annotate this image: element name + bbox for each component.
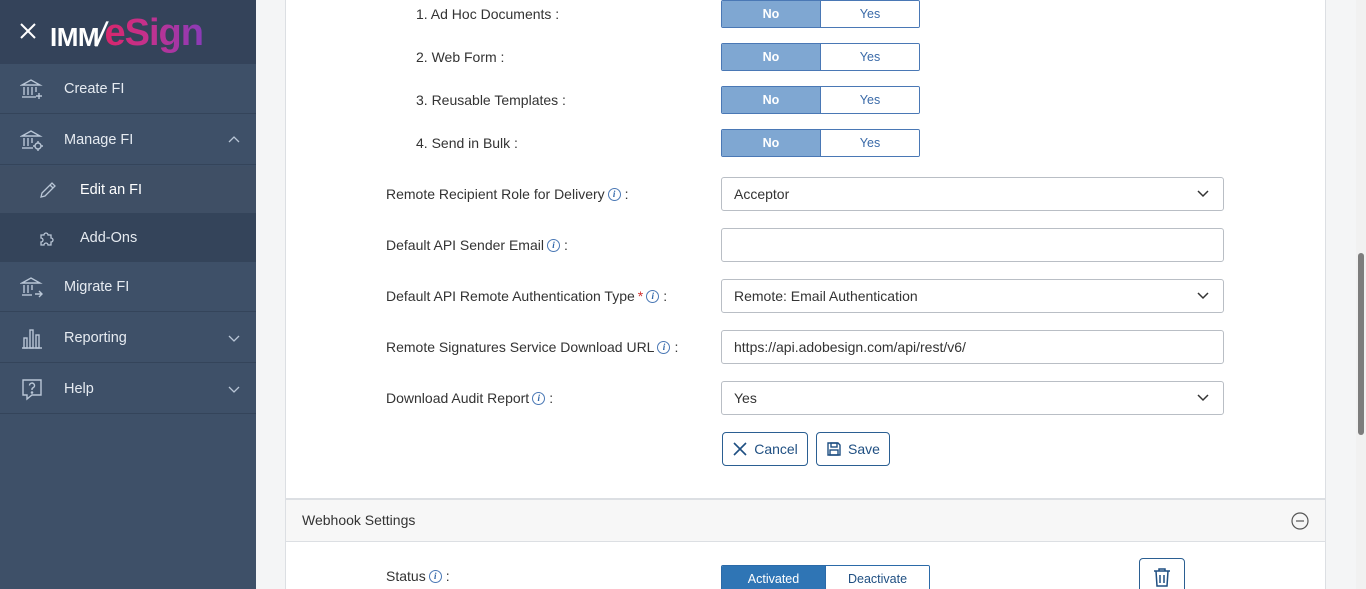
info-icon[interactable]: i xyxy=(646,289,660,303)
chevron-up-icon xyxy=(228,136,240,143)
sidebar-item-manage-fi[interactable]: Manage FI xyxy=(0,115,256,165)
sidebar-item-label: Create FI xyxy=(64,80,125,97)
feature-label-reusable-templates: 3. Reusable Templates : xyxy=(416,92,566,108)
download-url-value: https://api.adobesign.com/api/rest/v6/ xyxy=(734,339,966,355)
sidebar-item-label: Manage FI xyxy=(64,131,134,148)
puzzle-icon xyxy=(40,232,54,246)
brand-bar: IMM / eSign xyxy=(0,0,256,64)
logo-imm: IMM xyxy=(50,22,100,52)
trash-icon xyxy=(1154,568,1170,587)
sidebar-item-create-fi[interactable]: Create FI xyxy=(0,64,256,114)
toggle-yes-option[interactable]: Yes xyxy=(820,87,919,113)
logo-esign: eSign xyxy=(104,12,204,54)
sidebar-item-add-ons[interactable]: Add-Ons xyxy=(0,214,256,262)
label-colon: : xyxy=(549,390,554,406)
info-icon[interactable]: i xyxy=(657,340,671,354)
cancel-button[interactable]: Cancel xyxy=(722,432,808,466)
deactivate-option[interactable]: Deactivate xyxy=(825,566,929,589)
auth-type-value: Remote: Email Authentication xyxy=(734,288,918,304)
status-label-text: Status xyxy=(386,568,426,584)
auth-type-select[interactable]: Remote: Email Authentication xyxy=(721,279,1224,313)
sidebar-item-label: Reporting xyxy=(64,329,127,346)
bank-arrow-icon xyxy=(20,277,43,298)
chevron-down-icon xyxy=(1197,292,1209,300)
sidebar-item-help[interactable]: Help xyxy=(0,364,256,414)
download-url-label: Remote Signatures Service Download URL i… xyxy=(386,339,678,355)
question-bubble-icon xyxy=(22,379,42,401)
delete-webhook-button[interactable] xyxy=(1139,558,1185,589)
toggle-no-option[interactable]: No xyxy=(722,130,820,156)
sidebar-item-reporting[interactable]: Reporting xyxy=(0,313,256,363)
webhook-settings-header[interactable]: Webhook Settings xyxy=(285,499,1326,542)
bank-plus-icon xyxy=(20,79,43,99)
activated-option[interactable]: Activated xyxy=(722,566,825,589)
webhook-settings-title: Webhook Settings xyxy=(302,512,416,528)
info-icon[interactable]: i xyxy=(546,238,560,252)
save-label: Save xyxy=(848,441,880,457)
required-asterisk: * xyxy=(637,288,644,304)
sidebar-item-edit-fi[interactable]: Edit an FI xyxy=(0,166,256,214)
audit-report-select[interactable]: Yes xyxy=(721,381,1224,415)
auth-type-label: Default API Remote Authentication Type *… xyxy=(386,288,667,304)
bar-chart-icon xyxy=(22,329,42,349)
remote-role-select[interactable]: Acceptor xyxy=(721,177,1224,211)
close-icon xyxy=(733,442,747,456)
audit-report-value: Yes xyxy=(734,390,757,406)
toggle-web-form: No Yes xyxy=(721,43,920,71)
info-icon[interactable]: i xyxy=(428,569,442,583)
chevron-down-icon xyxy=(228,386,240,393)
status-label: Status i : xyxy=(386,568,450,584)
feature-label-send-in-bulk: 4. Send in Bulk : xyxy=(416,135,518,151)
sender-email-label: Default API Sender Email i : xyxy=(386,237,568,253)
audit-report-label: Download Audit Report i : xyxy=(386,390,553,406)
label-colon: : xyxy=(445,568,450,584)
collapse-minus-icon[interactable] xyxy=(1291,512,1309,530)
toggle-yes-option[interactable]: Yes xyxy=(820,44,919,70)
info-icon[interactable]: i xyxy=(607,187,621,201)
floppy-disk-icon xyxy=(827,442,841,456)
save-button[interactable]: Save xyxy=(816,432,890,466)
auth-type-label-text: Default API Remote Authentication Type xyxy=(386,288,635,304)
toggle-yes-option[interactable]: Yes xyxy=(820,130,919,156)
close-icon[interactable] xyxy=(18,21,38,41)
scrollbar-thumb[interactable] xyxy=(1358,253,1364,435)
download-url-label-text: Remote Signatures Service Download URL xyxy=(386,339,655,355)
toggle-ad-hoc-documents: No Yes xyxy=(721,0,920,28)
toggle-no-option[interactable]: No xyxy=(722,1,820,27)
toggle-send-in-bulk: No Yes xyxy=(721,129,920,157)
audit-report-label-text: Download Audit Report xyxy=(386,390,530,406)
sidebar: IMM / eSign Create FI Manage FI Edit an … xyxy=(0,0,256,589)
remote-role-label-text: Remote Recipient Role for Delivery xyxy=(386,186,605,202)
remote-role-label: Remote Recipient Role for Delivery i : xyxy=(386,186,629,202)
cancel-label: Cancel xyxy=(754,441,798,457)
sidebar-item-migrate-fi[interactable]: Migrate FI xyxy=(0,262,256,312)
toggle-no-option[interactable]: No xyxy=(722,87,820,113)
label-colon: : xyxy=(663,288,668,304)
sidebar-item-label: Add-Ons xyxy=(80,229,138,246)
page-scrollbar[interactable] xyxy=(1356,0,1366,589)
info-icon[interactable]: i xyxy=(532,391,546,405)
feature-label-ad-hoc: 1. Ad Hoc Documents : xyxy=(416,6,560,22)
label-colon: : xyxy=(674,339,679,355)
app-logo: IMM / eSign xyxy=(50,8,204,56)
label-colon: : xyxy=(624,186,629,202)
sender-email-label-text: Default API Sender Email xyxy=(386,237,544,253)
sidebar-item-label: Edit an FI xyxy=(80,181,143,198)
toggle-reusable-templates: No Yes xyxy=(721,86,920,114)
sender-email-input[interactable] xyxy=(721,228,1224,262)
bank-gear-icon xyxy=(20,130,43,151)
webhook-status-toggle: Activated Deactivate xyxy=(721,565,930,589)
sidebar-item-label: Help xyxy=(64,380,94,397)
pencil-icon xyxy=(40,182,56,198)
feature-label-web-form: 2. Web Form : xyxy=(416,49,505,65)
remote-role-value: Acceptor xyxy=(734,186,790,202)
label-colon: : xyxy=(563,237,568,253)
toggle-no-option[interactable]: No xyxy=(722,44,820,70)
chevron-down-icon xyxy=(228,335,240,342)
chevron-down-icon xyxy=(1197,190,1209,198)
sidebar-item-label: Migrate FI xyxy=(64,278,130,295)
chevron-down-icon xyxy=(1197,394,1209,402)
toggle-yes-option[interactable]: Yes xyxy=(820,1,919,27)
download-url-input[interactable]: https://api.adobesign.com/api/rest/v6/ xyxy=(721,330,1224,364)
